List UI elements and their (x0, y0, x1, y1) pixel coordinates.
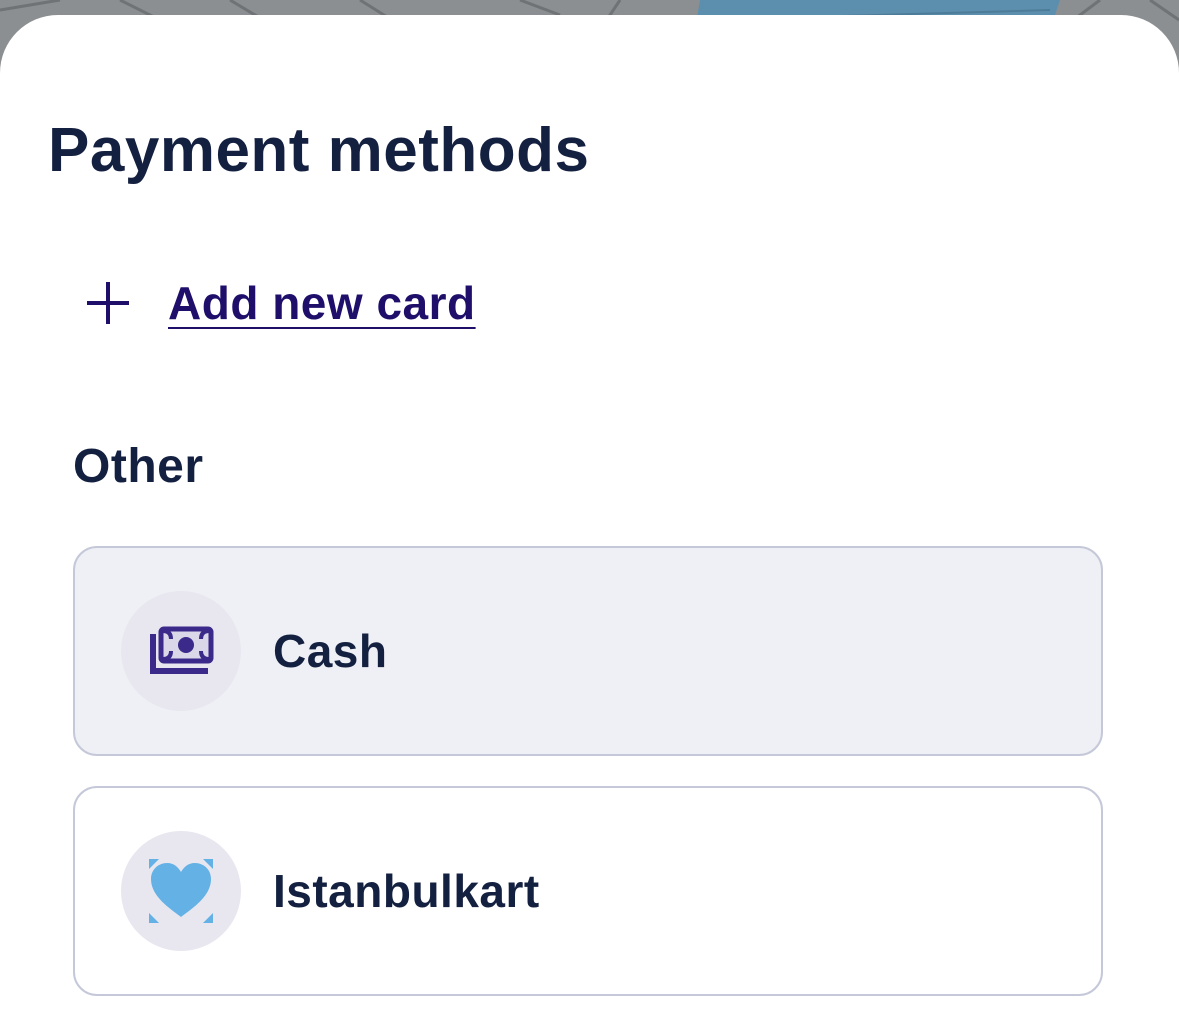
payment-methods-sheet: Payment methods Add new card Other Cash (0, 15, 1179, 1018)
payment-option-istanbulkart[interactable]: Istanbulkart (73, 786, 1103, 996)
add-new-card-button[interactable]: Add new card (84, 273, 476, 333)
other-section-heading: Other (73, 440, 204, 493)
add-new-card-label[interactable]: Add new card (168, 276, 476, 330)
plus-icon (84, 279, 132, 327)
istanbulkart-icon (121, 831, 241, 951)
cash-icon (121, 591, 241, 711)
page-title: Payment methods (48, 116, 590, 185)
payment-option-cash[interactable]: Cash (73, 546, 1103, 756)
option-label-istanbulkart: Istanbulkart (273, 865, 540, 917)
option-label-cash: Cash (273, 625, 388, 677)
